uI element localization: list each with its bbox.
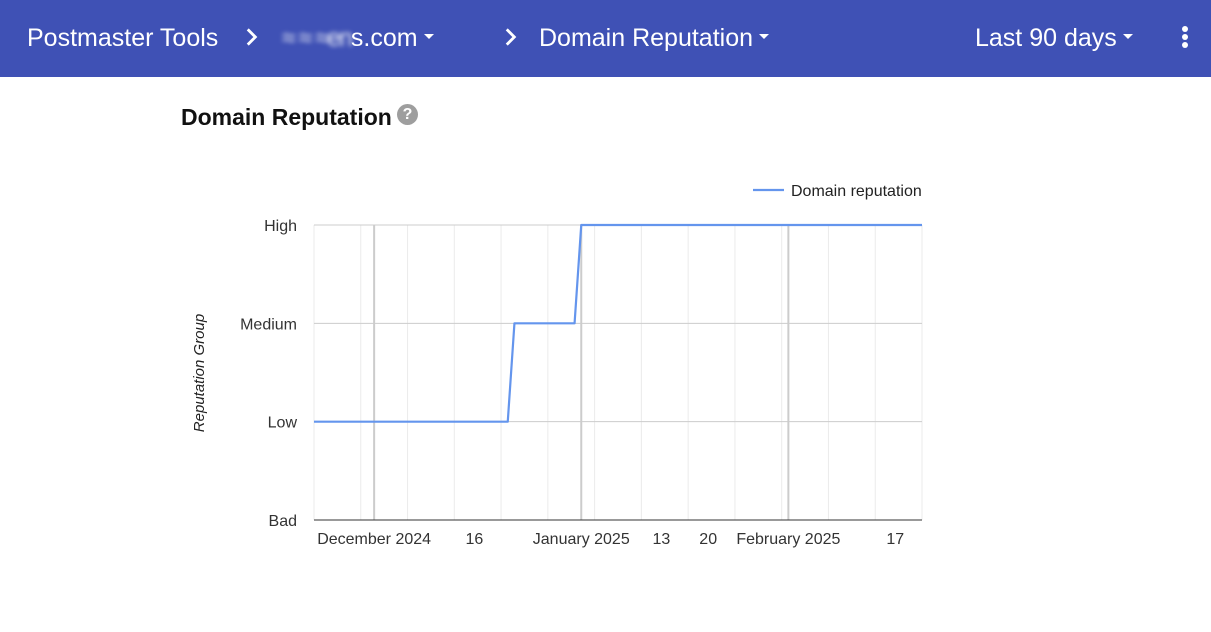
y-tick-label: High xyxy=(264,218,297,235)
x-tick-label: January 2025 xyxy=(533,531,630,548)
x-tick-label: December 2024 xyxy=(317,531,431,548)
x-tick-label: February 2025 xyxy=(736,531,840,548)
y-axis-title: Reputation Group xyxy=(191,314,208,432)
y-tick-label: Medium xyxy=(240,316,297,333)
x-tick-label: 16 xyxy=(465,531,483,548)
legend-label: Domain reputation xyxy=(791,183,922,200)
y-tick-label: Bad xyxy=(269,513,297,530)
x-tick-label: 17 xyxy=(886,531,904,548)
y-tick-label: Low xyxy=(268,415,298,432)
reputation-chart: Bad Low Medium High December 2024 16 January 2… xyxy=(191,183,923,548)
x-tick-label: 20 xyxy=(699,531,717,548)
x-tick-label: 13 xyxy=(653,531,671,548)
